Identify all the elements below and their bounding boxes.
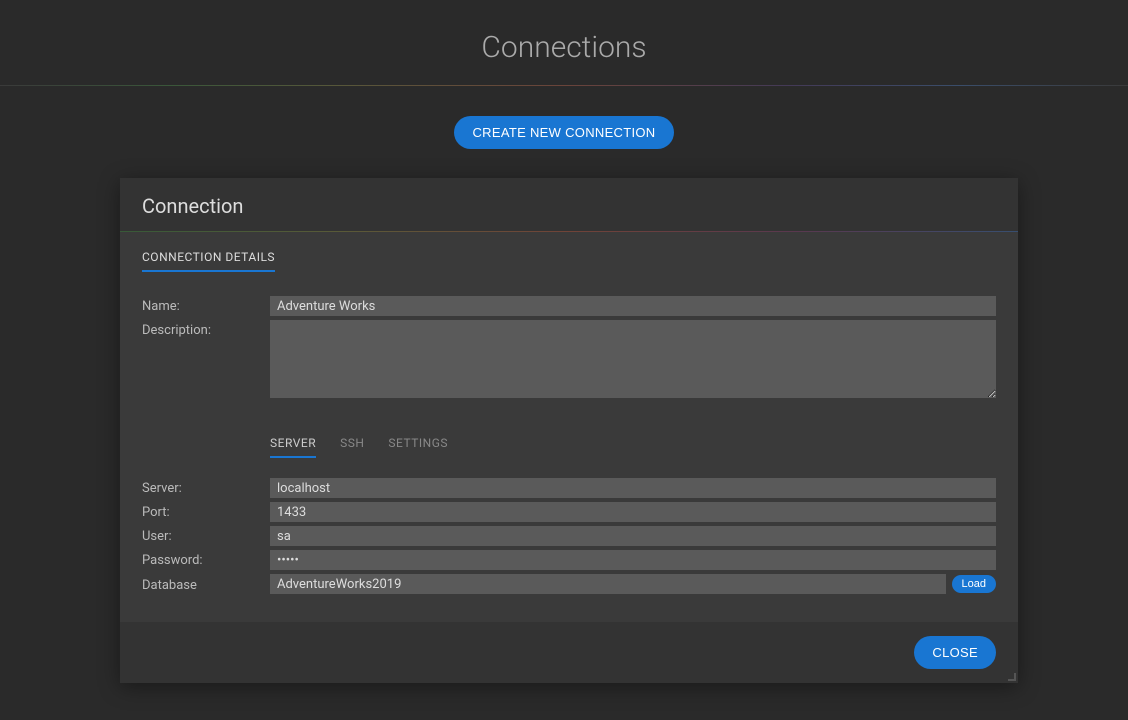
database-input[interactable] [270,574,946,594]
port-label: Port: [142,502,270,520]
port-row: Port: [142,502,996,522]
user-row: User: [142,526,996,546]
user-input[interactable] [270,526,996,546]
password-input[interactable] [270,550,996,570]
description-textarea[interactable] [270,320,996,398]
resize-handle-icon[interactable] [1006,671,1016,681]
page-title: Connections [0,30,1128,65]
database-row: Database Load [142,574,996,594]
modal-body: CONNECTION DETAILS Name: Description: SE… [120,232,1018,622]
port-input[interactable] [270,502,996,522]
close-button[interactable]: CLOSE [914,636,996,669]
tab-settings[interactable]: SETTINGS [388,436,448,458]
server-row: Server: [142,478,996,498]
create-new-connection-button[interactable]: CREATE NEW CONNECTION [454,116,673,149]
modal-title: Connection [142,194,996,218]
name-label: Name: [142,296,270,314]
server-label: Server: [142,478,270,496]
connection-modal: Connection CONNECTION DETAILS Name: Desc… [120,178,1018,683]
name-row: Name: [142,296,996,316]
password-label: Password: [142,550,270,568]
name-input[interactable] [270,296,996,316]
main-tabs: CONNECTION DETAILS [142,250,996,272]
database-label: Database [142,575,270,593]
password-row: Password: [142,550,996,570]
sub-tabs: SERVER SSH SETTINGS [142,436,996,458]
create-button-container: CREATE NEW CONNECTION [0,86,1128,179]
page-header: Connections [0,0,1128,86]
description-label: Description: [142,320,270,338]
modal-footer: CLOSE [120,622,1018,683]
load-button[interactable]: Load [952,575,996,593]
tab-connection-details[interactable]: CONNECTION DETAILS [142,250,275,272]
user-label: User: [142,526,270,544]
description-row: Description: [142,320,996,398]
tab-server[interactable]: SERVER [270,436,316,458]
modal-header: Connection [120,178,1018,232]
database-input-wrap: Load [270,574,996,594]
tab-ssh[interactable]: SSH [340,436,364,458]
server-input[interactable] [270,478,996,498]
